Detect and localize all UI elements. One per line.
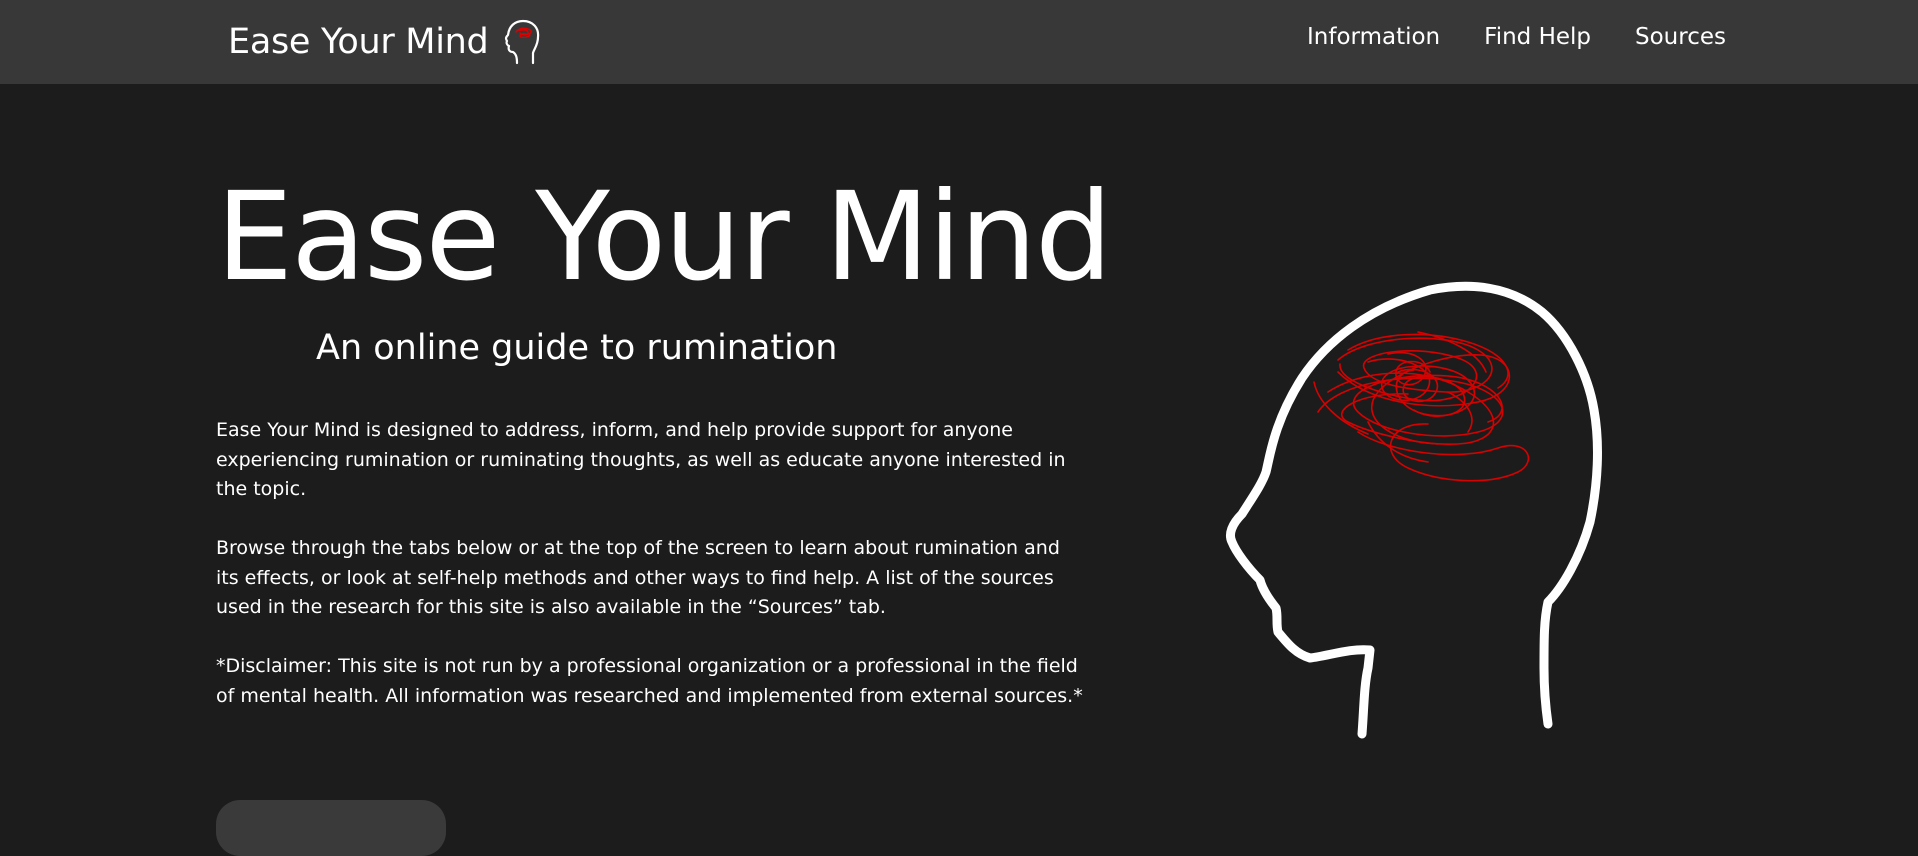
head-outline: [1225, 281, 1602, 739]
brand-link[interactable]: Ease Your Mind: [228, 18, 544, 66]
head-logo-icon: [505, 19, 540, 65]
intro-content: Ease Your Mind is designed to address, i…: [216, 416, 1086, 741]
hero-title: Ease Your Mind: [216, 166, 1112, 308]
nav-links: Information Find Help Sources: [1307, 24, 1726, 50]
brain-scribble: [1313, 331, 1530, 482]
nav-link-information[interactable]: Information: [1307, 24, 1440, 50]
intro-paragraph: Ease Your Mind is designed to address, i…: [216, 419, 1066, 500]
disclaimer-paragraph: *Disclaimer: This site is not run by a p…: [216, 655, 1083, 707]
ruminating-head-illustration: [1225, 281, 1602, 739]
nav-link-find-help[interactable]: Find Help: [1484, 24, 1591, 50]
navbar: Ease Your Mind Information Find Help Sou…: [0, 0, 1918, 84]
browse-paragraph: Browse through the tabs below or at the …: [216, 537, 1060, 618]
hero-subtitle: An online guide to rumination: [316, 328, 838, 368]
nav-link-sources[interactable]: Sources: [1635, 24, 1726, 50]
brand-name: Ease Your Mind: [228, 22, 489, 62]
cta-button[interactable]: [216, 800, 446, 856]
